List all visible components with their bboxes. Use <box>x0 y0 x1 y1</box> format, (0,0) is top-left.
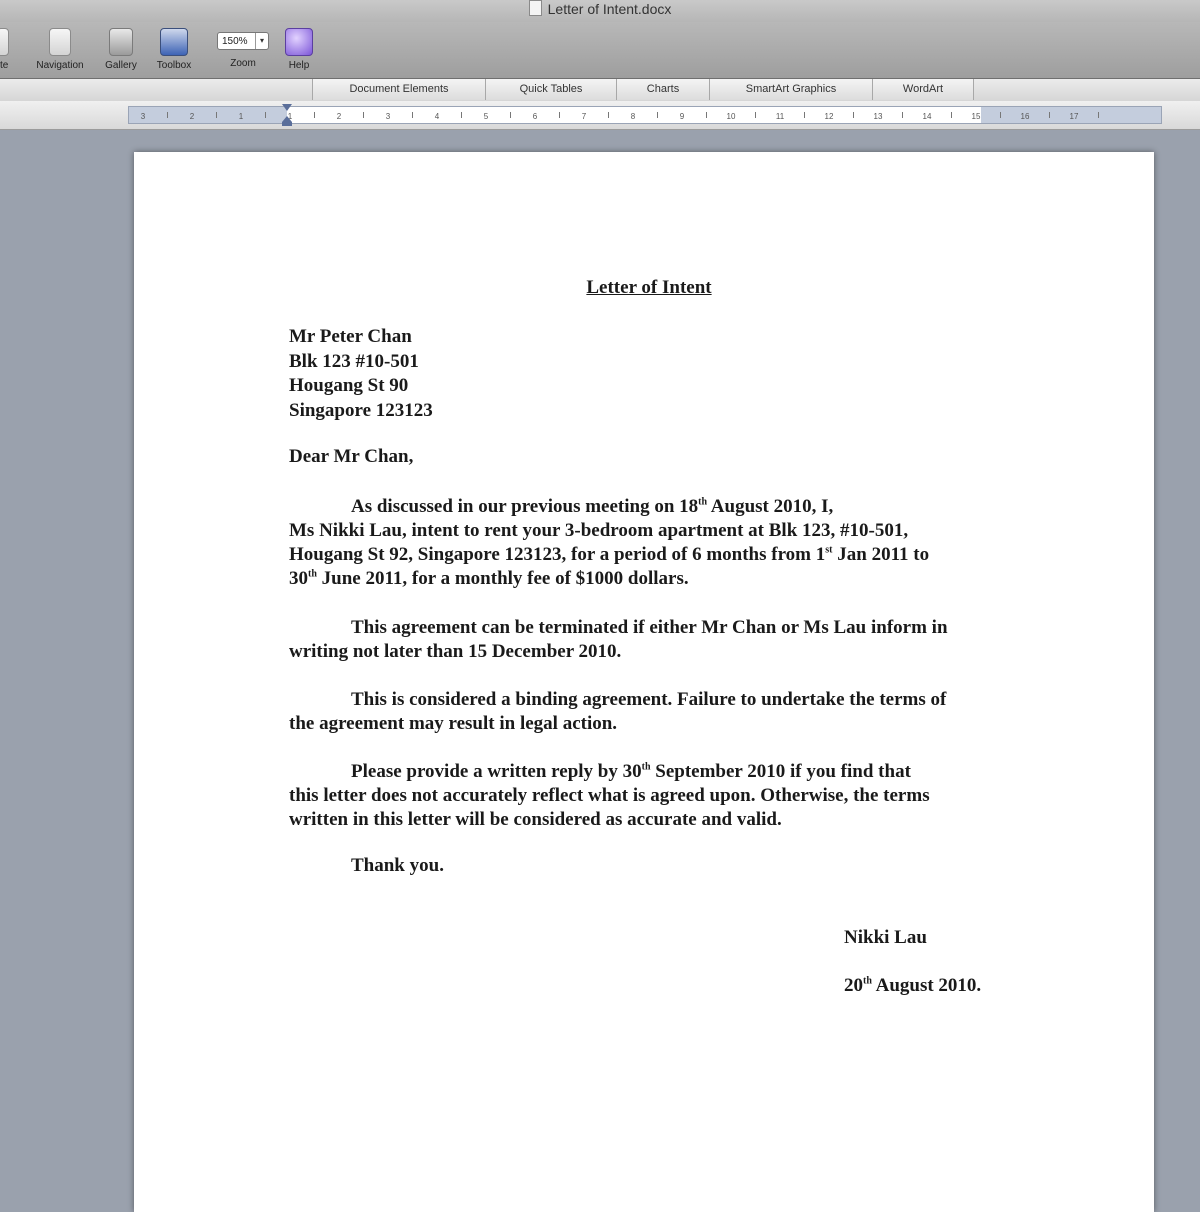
toolbox-button[interactable]: Toolbox <box>148 28 200 71</box>
ruler-tick-label: 14 <box>923 112 932 121</box>
ruler-tick-label: 4 <box>435 112 440 121</box>
paragraph-2: This agreement can be terminated if eith… <box>289 617 948 662</box>
ruler-tick-label: 1 <box>239 112 244 121</box>
ruler-tick-label: 13 <box>874 112 883 121</box>
address-line: Blk 123 #10-501 <box>289 350 419 372</box>
standard-toolbar: ite Navigation Gallery Toolbox 150% ▾ Zoo… <box>0 22 1200 79</box>
ruler-tick-label: 15 <box>972 112 981 121</box>
elements-gallery-tabs: Document Elements Quick Tables Charts Sm… <box>0 79 1200 102</box>
window-title-text: Letter of Intent.docx <box>547 1 672 17</box>
horizontal-ruler[interactable]: 3 2 1 1 2 3 4 5 6 7 8 9 10 11 12 13 14 15 16 17 <box>128 104 1162 126</box>
toolbar-partial-button[interactable]: ite <box>0 28 18 71</box>
navigation-icon <box>49 28 71 56</box>
ruler-tick-label: 17 <box>1070 112 1079 121</box>
zoom-select[interactable]: 150% ▾ <box>217 32 269 50</box>
navigation-label: Navigation <box>36 60 84 71</box>
document-icon <box>528 0 542 16</box>
letter-title: Letter of Intent <box>586 277 712 298</box>
ruler-tick-label: 11 <box>776 112 785 121</box>
signature-name: Nikki Lau <box>844 927 927 948</box>
ruler-tick-label: 7 <box>582 112 587 121</box>
zoom-stepper-icon[interactable]: ▾ <box>255 33 268 49</box>
ruler-tick-label: 12 <box>825 112 834 121</box>
ruler-tick-label: 3 <box>386 112 391 121</box>
ruler-bar: 3 2 1 1 2 3 4 5 6 7 8 9 10 11 12 13 14 15 16 17 <box>0 101 1200 130</box>
tab-document-elements[interactable]: Document Elements <box>312 79 486 100</box>
partial-icon <box>0 28 9 56</box>
address-line: Singapore 123123 <box>289 399 433 421</box>
window-titlebar: Letter of Intent.docx <box>0 0 1200 22</box>
zoom-label: Zoom <box>230 58 256 69</box>
help-button[interactable]: Help <box>280 28 318 71</box>
ruler-tick-label: 9 <box>680 112 685 121</box>
salutation: Dear Mr Chan, <box>289 446 414 467</box>
ruler-tick-label: 6 <box>533 112 538 121</box>
address-line: Mr Peter Chan <box>289 326 412 347</box>
zoom-control[interactable]: 150% ▾ Zoom <box>214 28 272 69</box>
recipient-address: Mr Peter Chan Blk 123 #10-501 Hougang St… <box>289 325 433 423</box>
ruler-tick-label: 16 <box>1021 112 1030 121</box>
navigation-button[interactable]: Navigation <box>28 28 92 71</box>
toolbox-icon <box>160 28 188 56</box>
toolbox-label: Toolbox <box>156 60 192 71</box>
gallery-label: Gallery <box>105 60 137 71</box>
tab-charts[interactable]: Charts <box>616 79 710 100</box>
tab-smartart-graphics[interactable]: SmartArt Graphics <box>709 79 873 100</box>
document-page[interactable]: Letter of Intent Mr Peter Chan Blk 123 #… <box>134 152 1154 1212</box>
ruler-tick-label: 2 <box>337 112 342 121</box>
help-icon <box>285 28 313 56</box>
help-label: Help <box>288 60 310 71</box>
zoom-value: 150% <box>222 36 248 47</box>
signature-date: 20th August 2010. <box>844 975 982 996</box>
window-title: Letter of Intent.docx <box>0 0 1200 18</box>
ruler-tick-label: 2 <box>190 112 195 121</box>
indent-marker-icon[interactable] <box>281 104 293 126</box>
paragraph-3: This is considered a binding agreement. … <box>289 689 947 734</box>
ruler-tick-label: 8 <box>631 112 636 121</box>
ruler-tick-label: 10 <box>727 112 736 121</box>
tab-quick-tables[interactable]: Quick Tables <box>485 79 617 100</box>
paragraph-4: Please provide a written reply by 30th S… <box>289 761 930 830</box>
closing: Thank you. <box>351 855 444 876</box>
gallery-button[interactable]: Gallery <box>98 28 144 71</box>
address-line: Hougang St 90 <box>289 375 409 396</box>
ruler-tick-label: 3 <box>141 112 146 121</box>
paragraph-1: As discussed in our previous meeting on … <box>289 496 930 589</box>
gallery-icon <box>109 28 133 56</box>
tab-wordart[interactable]: WordArt <box>872 79 974 100</box>
ruler-tick-label: 5 <box>484 112 489 121</box>
